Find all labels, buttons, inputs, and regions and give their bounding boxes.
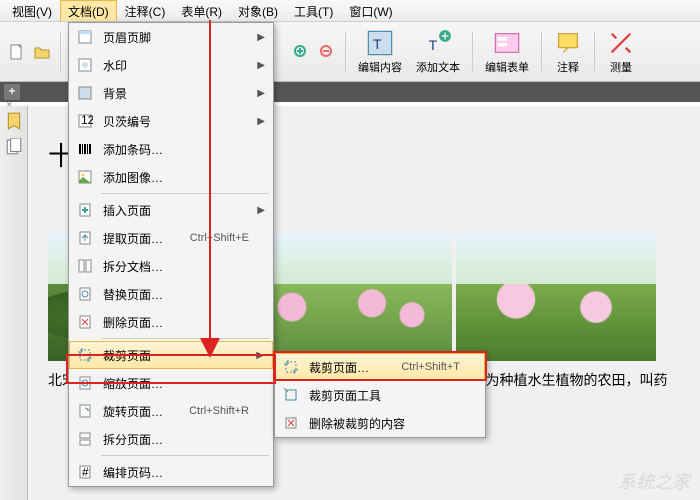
svg-text:T: T — [373, 35, 382, 51]
cp-icon — [281, 357, 301, 377]
hf-icon — [75, 27, 95, 47]
menu-item[interactable]: 裁剪页面… Ctrl+Shift+T — [275, 353, 485, 381]
doc-image-2 — [252, 233, 452, 361]
bookmark-icon[interactable] — [5, 112, 23, 130]
menu-form[interactable]: 表单(R) — [173, 0, 230, 21]
menu-item-label: 编排页码… — [103, 464, 163, 481]
measure-button[interactable]: 测量 — [601, 27, 641, 77]
menu-item-label: 提取页面… — [103, 230, 163, 247]
bt-icon: 12 — [75, 111, 95, 131]
edit-form-button[interactable]: 编辑表单 — [479, 27, 535, 77]
menu-item-label: 页眉页脚 — [103, 29, 151, 46]
crop-submenu: 裁剪页面… Ctrl+Shift+T 裁剪页面工具删除被裁剪的内容 — [274, 352, 486, 438]
menu-object[interactable]: 对象(B) — [230, 0, 286, 21]
menu-item[interactable]: 缩放页面… — [69, 369, 273, 397]
doc-image-3 — [456, 233, 656, 361]
menu-annotate[interactable]: 注释(C) — [117, 0, 174, 21]
menu-item-label: 添加条码… — [103, 141, 163, 158]
menu-item-label: 替换页面… — [103, 286, 163, 303]
menu-item[interactable]: # 编排页码… — [69, 458, 273, 486]
rp-icon — [75, 284, 95, 304]
menu-item-label: 插入页面 — [103, 202, 151, 219]
menu-item[interactable]: 插入页面 ▶ — [69, 196, 273, 224]
menu-item-label: 缩放页面… — [103, 375, 163, 392]
menu-item[interactable]: 12 贝茨编号 ▶ — [69, 107, 273, 135]
menu-view[interactable]: 视图(V) — [4, 0, 60, 21]
submenu-arrow-icon: ▶ — [257, 88, 265, 99]
menu-item-label: 水印 — [103, 57, 127, 74]
menu-item-label: 裁剪页面… — [309, 359, 369, 376]
menu-item-label: 贝茨编号 — [103, 113, 151, 130]
sp-icon — [75, 429, 95, 449]
menu-bar: 视图(V) 文档(D) 注释(C) 表单(R) 对象(B) 工具(T) 窗口(W… — [0, 0, 700, 22]
menu-item-label: 旋转页面… — [103, 403, 163, 420]
zp-icon — [75, 373, 95, 393]
menu-document[interactable]: 文档(D) — [60, 0, 117, 21]
svg-text:T: T — [429, 37, 438, 53]
submenu-arrow-icon: ▶ — [257, 205, 265, 216]
zoom-out-icon[interactable] — [315, 40, 339, 64]
dp-icon — [75, 312, 95, 332]
new-tab-button[interactable]: + — [4, 84, 20, 100]
submenu-arrow-icon: ▶ — [257, 60, 265, 71]
menu-item-label: 拆分页面… — [103, 431, 163, 448]
menu-item-label: 裁剪页面工具 — [309, 387, 381, 404]
bg-icon — [75, 83, 95, 103]
shortcut-label: Ctrl+Shift+T — [401, 361, 460, 373]
wm-icon — [75, 55, 95, 75]
im-icon — [75, 167, 95, 187]
ep-icon — [75, 228, 95, 248]
zoom-in-icon[interactable] — [289, 40, 313, 64]
menu-tools[interactable]: 工具(T) — [286, 0, 341, 21]
shortcut-label: Ctrl+Shift+R — [189, 405, 249, 417]
menu-item-label: 添加图像… — [103, 169, 163, 186]
menu-item-label: 拆分文档… — [103, 258, 163, 275]
menu-item[interactable]: 页眉页脚 ▶ — [69, 23, 273, 51]
menu-item-label: 删除页面… — [103, 314, 163, 331]
document-menu-dropdown: 页眉页脚 ▶ 水印 ▶ 背景 ▶ 12 贝茨编号 ▶ 添加条码… 添加图像… 插入页面 ▶ 提取页面… Ct… — [68, 22, 274, 487]
menu-item[interactable]: 旋转页面… Ctrl+Shift+R — [69, 397, 273, 425]
edit-content-button[interactable]: T编辑内容 — [352, 27, 408, 77]
sd-icon — [75, 256, 95, 276]
menu-item[interactable]: 拆分文档… — [69, 252, 273, 280]
menu-window[interactable]: 窗口(W) — [341, 0, 400, 21]
menu-item[interactable]: 添加图像… — [69, 163, 273, 191]
rt-icon — [75, 401, 95, 421]
menu-item[interactable]: 裁剪页面 ▶ — [69, 341, 273, 369]
svg-text:12: 12 — [81, 113, 93, 127]
menu-item[interactable]: 裁剪页面工具 — [275, 381, 485, 409]
menu-item[interactable]: 水印 ▶ — [69, 51, 273, 79]
menu-item-label: 删除被裁剪的内容 — [309, 415, 405, 432]
ct-icon — [281, 385, 301, 405]
np-icon: # — [75, 462, 95, 482]
dc-icon — [281, 413, 301, 433]
menu-item[interactable]: 提取页面… Ctrl+Shift+E — [69, 224, 273, 252]
menu-item[interactable]: 替换页面… — [69, 280, 273, 308]
submenu-arrow-icon: ▶ — [257, 32, 265, 43]
open-icon[interactable] — [30, 40, 54, 64]
menu-item[interactable]: 背景 ▶ — [69, 79, 273, 107]
menu-item[interactable]: 删除被裁剪的内容 — [275, 409, 485, 437]
sidebar — [0, 106, 28, 500]
cp-icon — [75, 345, 95, 365]
bc-icon — [75, 139, 95, 159]
pages-icon[interactable] — [5, 138, 23, 156]
ip-icon — [75, 200, 95, 220]
svg-text:#: # — [82, 465, 89, 479]
add-text-button[interactable]: T添加文本 — [410, 27, 466, 77]
menu-item[interactable]: 拆分页面… — [69, 425, 273, 453]
menu-item[interactable]: 删除页面… — [69, 308, 273, 336]
annotate-button[interactable]: 注释 — [548, 27, 588, 77]
new-icon[interactable] — [4, 40, 28, 64]
menu-item-label: 背景 — [103, 85, 127, 102]
submenu-arrow-icon: ▶ — [257, 116, 265, 127]
submenu-arrow-icon: ▶ — [256, 350, 264, 361]
menu-item[interactable]: 添加条码… — [69, 135, 273, 163]
shortcut-label: Ctrl+Shift+E — [190, 232, 249, 244]
menu-item-label: 裁剪页面 — [103, 347, 151, 364]
